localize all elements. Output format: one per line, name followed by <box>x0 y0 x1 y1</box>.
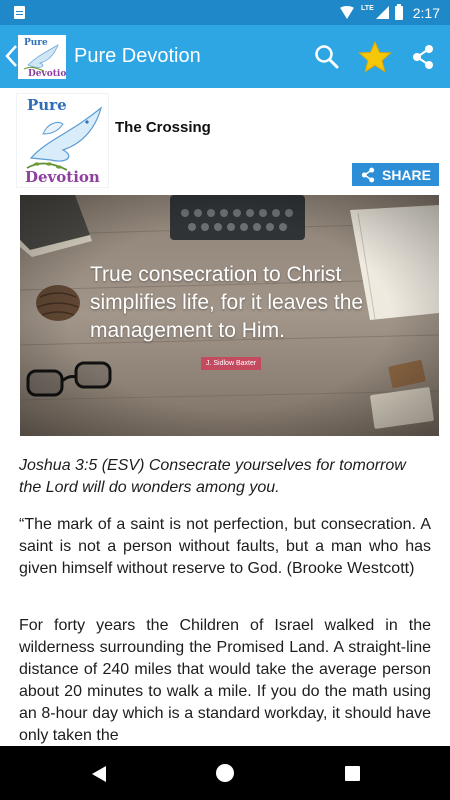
share-icon <box>413 45 433 69</box>
app-logo-text-top: Pure <box>24 38 48 48</box>
post-title: The Crossing <box>115 119 211 136</box>
wifi-icon <box>339 6 356 19</box>
network-type: LTE <box>361 5 374 12</box>
share-icon <box>361 167 375 182</box>
notification-icon <box>14 6 25 19</box>
nav-back-icon[interactable] <box>90 765 108 783</box>
app-title: Pure Devotion <box>74 45 201 67</box>
back-button[interactable] <box>4 43 18 69</box>
nav-home-icon[interactable] <box>216 764 234 782</box>
share-app-button[interactable] <box>406 40 440 74</box>
favorite-button[interactable] <box>358 40 392 74</box>
paragraph: For forty years the Children of Israel w… <box>19 617 431 744</box>
post-logo: Pure Devotion <box>16 93 109 188</box>
search-button[interactable] <box>310 40 344 74</box>
search-icon <box>315 45 339 69</box>
image-quote-text: True consecration to Christ simplifies l… <box>90 263 364 342</box>
featured-image: True consecration to Christ simplifies l… <box>20 195 439 436</box>
clock: 2:17 <box>412 4 440 21</box>
post-logo-text-bottom: Devotion <box>25 168 100 186</box>
battery-icon <box>394 3 403 20</box>
app-logo-text-bottom: Devotion <box>28 69 66 79</box>
status-bar: LTE 2:17 <box>0 0 450 25</box>
post-content[interactable]: Pure Devotion The Crossing SHARE True co… <box>0 88 450 746</box>
post-logo-text-top: Pure <box>27 96 67 114</box>
nav-recent-apps-icon[interactable] <box>345 766 360 781</box>
system-nav-bar <box>0 746 450 800</box>
chevron-left-icon <box>5 45 17 67</box>
app-bar: Pure Devotion Pure Devotion <box>0 25 450 88</box>
signal-icon <box>375 6 389 19</box>
paragraph: “The mark of a saint is not perfection, … <box>19 516 431 577</box>
scripture-verse: Joshua 3:5 (ESV) Consecrate yourselves f… <box>19 457 406 496</box>
app-logo: Pure Devotion <box>18 35 66 79</box>
star-icon <box>358 40 392 73</box>
share-button[interactable]: SHARE <box>352 163 439 186</box>
image-quote-author: J. Sidlow Baxter <box>201 357 262 370</box>
share-button-label: SHARE <box>381 166 431 183</box>
